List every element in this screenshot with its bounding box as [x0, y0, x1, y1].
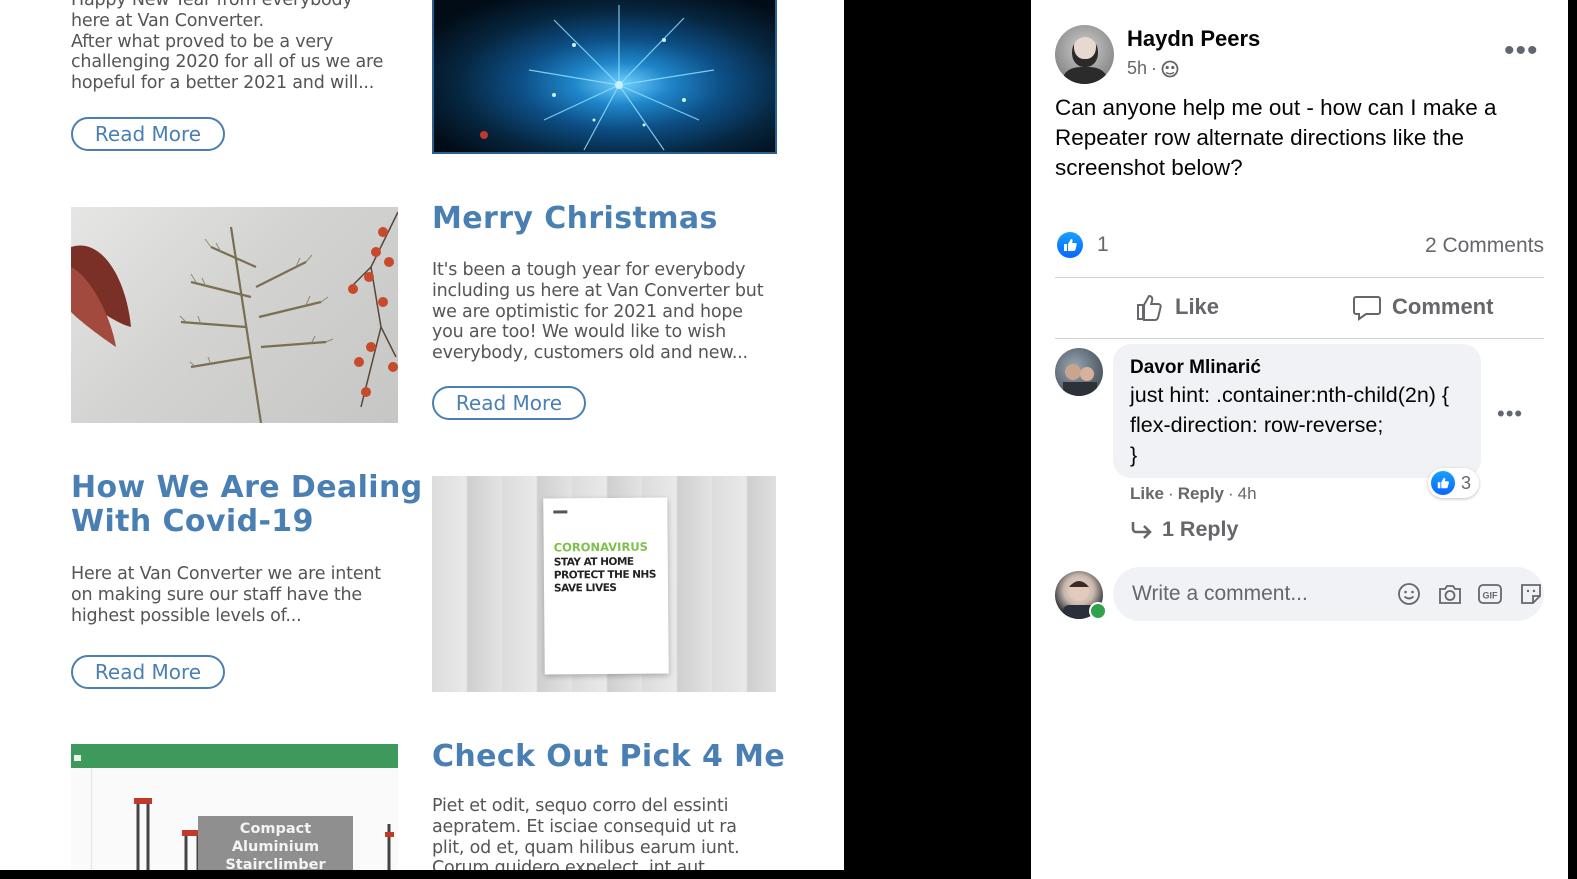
online-status-icon — [1089, 602, 1107, 620]
poster-line: SAVE LIVES — [553, 581, 617, 595]
comment-like-link[interactable]: Like — [1130, 484, 1164, 504]
gif-icon[interactable]: GIF — [1477, 580, 1504, 608]
author-avatar[interactable] — [1055, 25, 1114, 84]
comment-reply-link[interactable]: Reply — [1178, 484, 1224, 504]
poster-headline: CORONAVIRUS — [553, 539, 648, 555]
stairclimber-image: Compact Aluminium Stairclimber — [71, 744, 398, 870]
newsletter-item-title: How We Are Dealing With Covid-19 — [71, 470, 423, 539]
comment-input[interactable] — [1130, 581, 1374, 607]
newsletter-item-text: Happy New Year from everybody here at Va… — [71, 0, 384, 94]
site-logo-icon — [74, 755, 81, 761]
replies-label: 1 Reply — [1162, 517, 1239, 541]
poster-line: PROTECT THE NHS — [553, 568, 656, 582]
comment-reactions[interactable]: 3 — [1428, 468, 1480, 498]
comment-bubble-icon — [1353, 296, 1381, 321]
camera-icon[interactable] — [1437, 580, 1464, 608]
newsletter-item-title: Check Out Pick 4 Me — [432, 739, 786, 774]
svg-text:GIF: GIF — [1483, 591, 1499, 601]
divider — [91, 768, 92, 870]
coronavirus-poster-image: CORONAVIRUS STAY AT HOME PROTECT THE NHS… — [432, 476, 776, 692]
like-label: Like — [1175, 294, 1220, 319]
product-label: Compact Aluminium Stairclimber — [198, 816, 353, 870]
crest-icon — [553, 510, 568, 514]
post-meta: 5h · — [1127, 58, 1179, 79]
post-time[interactable]: 5h — [1127, 58, 1147, 79]
read-more-button[interactable]: Read More — [71, 117, 225, 151]
reactions-summary[interactable]: 1 — [1057, 232, 1109, 258]
like-reaction-icon — [1057, 232, 1083, 258]
comment-button[interactable]: Comment — [1352, 292, 1493, 322]
thumbs-up-icon — [1137, 294, 1162, 321]
christmas-image — [71, 207, 398, 423]
meta-separator: · — [1168, 484, 1174, 503]
poster-line: STAY AT HOME — [553, 555, 634, 569]
comment-composer: GIF — [1113, 567, 1544, 621]
divider — [1055, 277, 1544, 278]
view-replies-link[interactable]: 1 Reply — [1130, 517, 1238, 542]
read-more-button[interactable]: Read More — [432, 386, 586, 420]
newsletter-item-text: Piet et odit, sequo corro del essinti ae… — [432, 796, 740, 870]
post-text: Can anyone help me out - how can I make … — [1055, 95, 1497, 180]
newsletter-screenshot: Happy New Year from everybody here at Va… — [0, 0, 844, 870]
comments-count-link[interactable]: 2 Comments — [1425, 234, 1544, 258]
meta-separator: · — [1228, 484, 1234, 503]
sticker-icon[interactable] — [1518, 580, 1545, 608]
comment-actions: Like · Reply · 4h — [1130, 484, 1257, 504]
comment-time[interactable]: 4h — [1238, 484, 1257, 504]
facebook-post: Haydn Peers 5h · ••• Can anyone help me … — [1031, 0, 1568, 879]
post-options-icon[interactable]: ••• — [1504, 36, 1539, 66]
newsletter-item-text: It's been a tough year for everybody inc… — [432, 260, 764, 364]
comment-options-icon[interactable]: ••• — [1497, 403, 1523, 425]
fireworks-image — [432, 0, 777, 154]
reply-arrow-icon — [1131, 521, 1152, 539]
comment-label: Comment — [1392, 294, 1494, 319]
divider — [1055, 338, 1544, 339]
commenter-avatar[interactable] — [1055, 348, 1103, 396]
like-button[interactable]: Like — [1135, 292, 1219, 322]
meta-separator: · — [1151, 58, 1158, 78]
reaction-count: 1 — [1097, 233, 1109, 256]
poster-card: CORONAVIRUS STAY AT HOME PROTECT THE NHS… — [543, 497, 669, 675]
comment-author[interactable]: Davor Mlinarić — [1130, 357, 1261, 379]
newsletter-item-text: Here at Van Converter we are intent on m… — [71, 564, 381, 626]
emoji-icon[interactable] — [1396, 580, 1423, 608]
globe-icon[interactable] — [1161, 60, 1179, 78]
website-header-bar — [71, 744, 398, 768]
read-more-button[interactable]: Read More — [71, 655, 225, 689]
comment-text: just hint: .container:nth-child(2n) { fl… — [1130, 383, 1450, 467]
comment-reaction-count: 3 — [1461, 472, 1472, 493]
newsletter-item-title: Merry Christmas — [432, 201, 718, 236]
stairclimber-icon — [385, 824, 394, 870]
like-reaction-icon — [1431, 471, 1455, 495]
post-author-name[interactable]: Haydn Peers — [1127, 26, 1260, 52]
